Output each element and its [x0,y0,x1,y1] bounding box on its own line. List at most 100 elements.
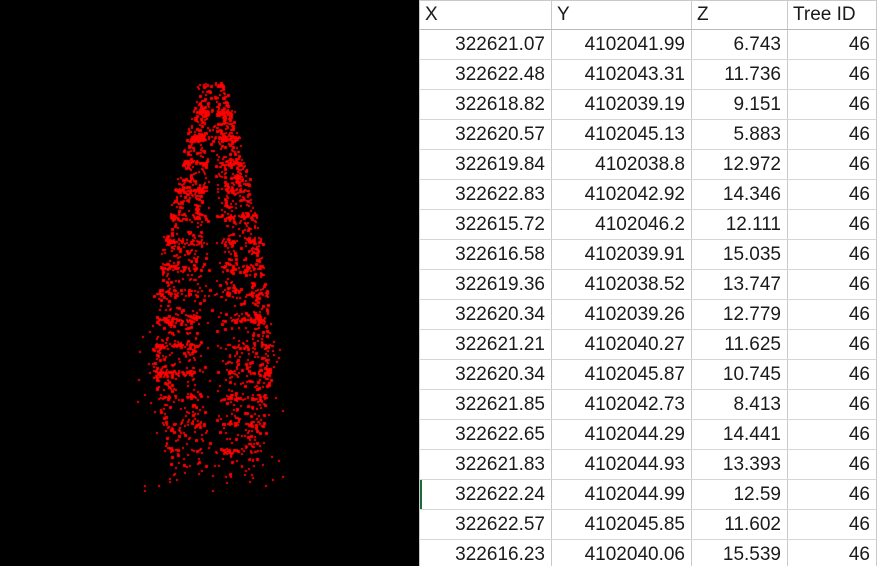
table-cell-z[interactable]: 14.441 [691,419,788,450]
table-row[interactable]: 322618.82 4102039.19 9.151 46 [419,89,877,120]
table-row[interactable]: 322621.07 4102041.99 6.743 46 [419,29,877,60]
table-cell-z[interactable]: 15.035 [691,239,788,270]
table-cell-y[interactable]: 4102044.29 [551,419,692,450]
table-row[interactable]: 322620.57 4102045.13 5.883 46 [419,119,877,150]
table-cell-y[interactable]: 4102042.73 [551,389,692,420]
table-cell-id[interactable]: 46 [787,269,877,300]
table-cell-id[interactable]: 46 [787,389,877,420]
table-cell-x[interactable]: 322622.83 [419,179,552,210]
table-cell-id[interactable]: 46 [787,29,877,60]
table-row[interactable]: 322622.57 4102045.85 11.602 46 [419,509,877,540]
table-cell-id[interactable]: 46 [787,299,877,330]
table-row[interactable]: 322621.83 4102044.93 13.393 46 [419,449,877,480]
column-header-tree-id[interactable]: Tree ID [787,0,877,30]
table-cell-x[interactable]: 322621.21 [419,329,552,360]
table-cell-z[interactable]: 11.625 [691,329,788,360]
table-cell-z[interactable]: 11.602 [691,509,788,540]
table-cell-y[interactable]: 4102041.99 [551,29,692,60]
table-cell-x[interactable]: 322622.65 [419,419,552,450]
table-cell-id[interactable]: 46 [787,539,877,566]
table-cell-x[interactable]: 322618.82 [419,89,552,120]
table-cell-id[interactable]: 46 [787,209,877,240]
table-cell-y[interactable]: 4102045.85 [551,509,692,540]
table-cell-z[interactable]: 13.747 [691,269,788,300]
table-cell-z[interactable]: 12.779 [691,299,788,330]
table-cell-x[interactable]: 322619.84 [419,149,552,180]
table-cell-z[interactable]: 10.745 [691,359,788,390]
table-cell-y[interactable]: 4102044.99 [551,479,692,510]
table-cell-x[interactable]: 322621.07 [419,29,552,60]
table-cell-x[interactable]: 322616.58 [419,239,552,270]
table-row[interactable]: 322620.34 4102045.87 10.745 46 [419,359,877,390]
application-window: X Y Z Tree ID 322621.07 4102041.99 6.743 46… [0,0,884,566]
table-cell-x[interactable]: 322620.57 [419,119,552,150]
column-header-y[interactable]: Y [551,0,692,30]
table-cell-y[interactable]: 4102046.2 [551,209,692,240]
table-row[interactable]: 322622.65 4102044.29 14.441 46 [419,419,877,450]
table-row[interactable]: 322622.83 4102042.92 14.346 46 [419,179,877,210]
table-cell-y[interactable]: 4102042.92 [551,179,692,210]
table-cell-y[interactable]: 4102045.13 [551,119,692,150]
table-cell-y[interactable]: 4102043.31 [551,59,692,90]
table-row[interactable]: 322622.48 4102043.31 11.736 46 [419,59,877,90]
table-row[interactable]: 322619.84 4102038.8 12.972 46 [419,149,877,180]
table-cell-y[interactable]: 4102040.27 [551,329,692,360]
table-cell-id[interactable]: 46 [787,149,877,180]
table-cell-id[interactable]: 46 [787,359,877,390]
table-row[interactable]: 322621.21 4102040.27 11.625 46 [419,329,877,360]
table-cell-y[interactable]: 4102039.91 [551,239,692,270]
table-cell-x[interactable]: 322621.85 [419,389,552,420]
table-cell-z[interactable]: 9.151 [691,89,788,120]
table-cell-z[interactable]: 6.743 [691,29,788,60]
table-cell-x[interactable]: 322622.48 [419,59,552,90]
attribute-table-panel[interactable]: X Y Z Tree ID 322621.07 4102041.99 6.743 46… [419,0,884,566]
table-cell-id[interactable]: 46 [787,59,877,90]
table-row[interactable]: 322615.72 4102046.2 12.111 46 [419,209,877,240]
point-cloud-canvas[interactable] [0,0,419,566]
table-cell-x[interactable]: 322620.34 [419,359,552,390]
table-cell-y[interactable]: 4102045.87 [551,359,692,390]
table-cell-x[interactable]: 322622.57 [419,509,552,540]
table-cell-z[interactable]: 15.539 [691,539,788,566]
table-cell-id[interactable]: 46 [787,239,877,270]
table-cell-id[interactable]: 46 [787,89,877,120]
table-cell-x[interactable]: 322619.36 [419,269,552,300]
point-attribute-table: X Y Z Tree ID 322621.07 4102041.99 6.743 46… [419,0,877,566]
table-row[interactable]: 322622.24 4102044.99 12.59 46 [419,479,877,510]
table-cell-x[interactable]: 322616.23 [419,539,552,566]
table-cell-y[interactable]: 4102039.19 [551,89,692,120]
table-cell-z[interactable]: 12.111 [691,209,788,240]
point-cloud-viewport[interactable] [0,0,419,566]
table-cell-y[interactable]: 4102039.26 [551,299,692,330]
table-row[interactable]: 322621.85 4102042.73 8.413 46 [419,389,877,420]
table-row[interactable]: 322616.23 4102040.06 15.539 46 [419,539,877,566]
table-cell-id[interactable]: 46 [787,479,877,510]
table-cell-z[interactable]: 13.393 [691,449,788,480]
table-cell-id[interactable]: 46 [787,179,877,210]
table-cell-y[interactable]: 4102038.52 [551,269,692,300]
column-header-z[interactable]: Z [691,0,788,30]
table-cell-y[interactable]: 4102040.06 [551,539,692,566]
table-cell-y[interactable]: 4102044.93 [551,449,692,480]
table-row[interactable]: 322620.34 4102039.26 12.779 46 [419,299,877,330]
table-cell-x[interactable]: 322622.24 [419,479,552,510]
table-cell-x[interactable]: 322620.34 [419,299,552,330]
table-cell-x[interactable]: 322615.72 [419,209,552,240]
table-cell-id[interactable]: 46 [787,119,877,150]
table-header-row: X Y Z Tree ID [419,0,877,30]
table-cell-z[interactable]: 12.972 [691,149,788,180]
table-cell-z[interactable]: 11.736 [691,59,788,90]
table-cell-id[interactable]: 46 [787,509,877,540]
table-cell-id[interactable]: 46 [787,329,877,360]
table-cell-z[interactable]: 5.883 [691,119,788,150]
table-cell-z[interactable]: 12.59 [691,479,788,510]
table-cell-z[interactable]: 14.346 [691,179,788,210]
table-row[interactable]: 322616.58 4102039.91 15.035 46 [419,239,877,270]
table-cell-id[interactable]: 46 [787,449,877,480]
table-cell-z[interactable]: 8.413 [691,389,788,420]
column-header-x[interactable]: X [419,0,552,30]
table-cell-x[interactable]: 322621.83 [419,449,552,480]
table-cell-id[interactable]: 46 [787,419,877,450]
table-row[interactable]: 322619.36 4102038.52 13.747 46 [419,269,877,300]
table-cell-y[interactable]: 4102038.8 [551,149,692,180]
